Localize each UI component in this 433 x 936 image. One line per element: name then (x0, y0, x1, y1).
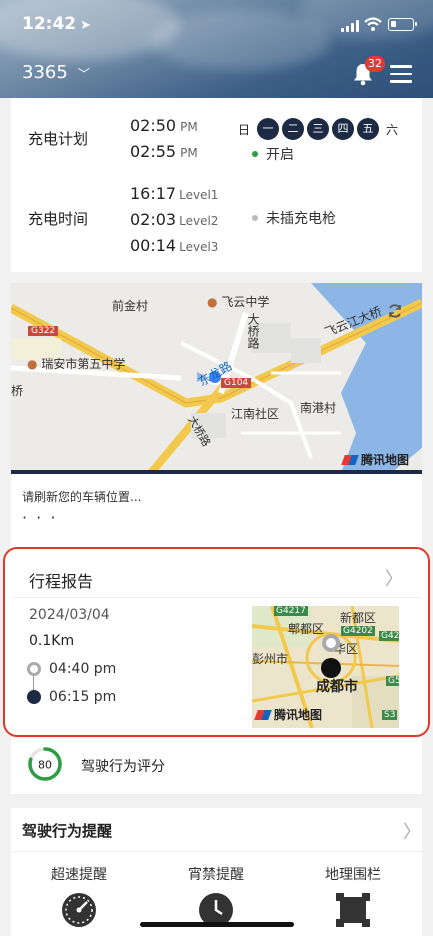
road-tag: G322 (28, 326, 59, 336)
map-label: ● 瑞安市第五中学 (27, 357, 126, 371)
vehicle-selector[interactable]: 3365 ﹀ (22, 62, 90, 83)
status-dot (252, 215, 258, 221)
map-label: 新都区 (340, 611, 377, 625)
start-marker-icon (322, 634, 340, 652)
divider (11, 851, 422, 852)
end-marker-icon (321, 658, 341, 678)
trip-distance: 0.1Km (29, 633, 75, 649)
weekday-2[interactable]: 二 (282, 118, 304, 140)
map-label: 江南社区 (231, 407, 280, 421)
charge-time-status: 未插充电枪 (252, 208, 336, 228)
weekday-1[interactable]: 一 (257, 118, 279, 140)
chevron-right-icon[interactable]: 〉 (385, 565, 403, 591)
map-provider-logo: 腾讯地图 (341, 451, 409, 468)
charge-level-2: 02:03 Level2 (130, 210, 219, 229)
road-tag: G104 (221, 378, 252, 388)
map-label: ● 飞云中学 (207, 295, 270, 309)
charge-level-1: 16:17 Level1 (130, 184, 219, 203)
weekday-6[interactable]: 六 (382, 121, 402, 138)
notification-badge: 32 (365, 56, 385, 72)
location-loading: · · · (22, 508, 58, 527)
trip-start-time: 04:40 pm (49, 661, 117, 677)
refresh-icon[interactable] (387, 303, 403, 319)
road-tag: G42 (379, 631, 399, 641)
vehicle-map[interactable]: 前金村 ● 飞云中学 ● 瑞安市第五中学 大桥路 东龙路 飞云江大桥 江南社区 … (11, 283, 422, 473)
score-value: 80 (38, 759, 52, 772)
trip-map: G4217 新都区 郫都区 G4202 G42 华区 彭州市 成都市 G5 S3… (252, 606, 399, 728)
home-indicator[interactable] (140, 922, 294, 927)
weekday-0[interactable]: 日 (234, 121, 254, 138)
charge-plan-end: 02:55 PM (130, 142, 198, 161)
signal-icon (341, 20, 359, 32)
driving-alerts-card: 驾驶行为提醒 〉 超速提醒 宵禁提醒 地理围栏 (11, 808, 422, 936)
trip-report-card[interactable]: 行程报告 〉 2024/03/04 0.1Km 04:40 pm 06:15 p… (3, 547, 430, 737)
weekday-selector: 日一二三四五六 (234, 118, 402, 140)
route-line (33, 676, 34, 691)
menu-icon[interactable] (390, 65, 412, 83)
location-arrow-icon: ➤ (80, 18, 92, 33)
charge-time-label: 充电时间 (28, 210, 89, 228)
header: 12:42 ➤ 3365 ﹀ 32 (0, 0, 433, 98)
map-label: 桥 (11, 384, 24, 398)
map-label: 南港村 (300, 401, 337, 415)
geofence-icon[interactable] (335, 892, 371, 928)
map-label: 大桥路 (246, 313, 260, 349)
weekday-4[interactable]: 四 (332, 118, 354, 140)
trip-end-time: 06:15 pm (49, 689, 117, 705)
map-label: 郫都区 (288, 622, 325, 636)
charge-plan-status: 开启 (252, 144, 294, 164)
map-label: 彭州市 (252, 652, 289, 666)
trip-date: 2024/03/04 (29, 607, 110, 623)
chevron-down-icon: ﹀ (77, 67, 90, 81)
map-provider-logo: 腾讯地图 (254, 706, 322, 723)
road-tag: G5 (386, 676, 399, 686)
road-tag: S3 (382, 710, 398, 720)
battery-icon (388, 18, 417, 31)
map-label: 前金村 (112, 299, 149, 313)
road-tag: G4202 (341, 626, 375, 636)
map-label: 成都市 (316, 679, 358, 695)
location-card: 请刷新您的车辆位置... · · · (11, 474, 422, 548)
charge-level-3: 00:14 Level3 (130, 236, 219, 255)
status-dot (252, 151, 258, 157)
charge-plan-start: 02:50 PM (130, 116, 198, 135)
road-tag: G4217 (274, 606, 308, 616)
wifi-icon (364, 17, 382, 31)
trip-report-title: 行程报告 (29, 572, 94, 591)
weekday-3[interactable]: 三 (307, 118, 329, 140)
vehicle-id: 3365 (22, 62, 68, 83)
location-message: 请刷新您的车辆位置... (22, 490, 142, 504)
alert-curfew-label[interactable]: 宵禁提醒 (166, 864, 266, 884)
speedometer-icon[interactable] (61, 892, 97, 928)
score-ring: 80 (28, 747, 62, 781)
alert-speeding-label[interactable]: 超速提醒 (29, 864, 129, 884)
charge-plan-label: 充电计划 (28, 130, 89, 148)
driving-score-row[interactable]: 80 驾驶行为评分 (11, 738, 422, 794)
start-point-icon (27, 662, 41, 676)
status-time: 12:42 ➤ (22, 14, 92, 34)
weekday-5[interactable]: 五 (357, 118, 379, 140)
divider (13, 597, 420, 598)
score-label: 驾驶行为评分 (81, 759, 165, 775)
end-point-icon (27, 690, 41, 704)
alerts-title: 驾驶行为提醒 (22, 822, 113, 840)
chevron-right-icon[interactable]: 〉 (403, 818, 421, 844)
alert-geofence-label[interactable]: 地理围栏 (303, 864, 403, 884)
